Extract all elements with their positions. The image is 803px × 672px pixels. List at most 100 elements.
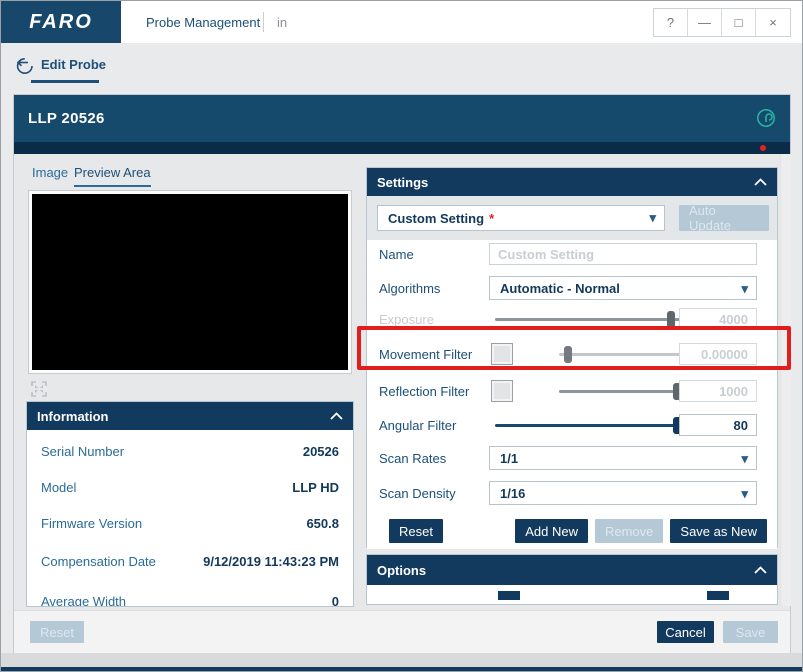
reflection-filter-slider[interactable] xyxy=(559,382,685,400)
tab-probe-management[interactable]: Probe Management xyxy=(146,1,260,43)
remove-button[interactable]: Remove xyxy=(594,519,664,543)
info-value: 9/12/2019 11:43:23 PM xyxy=(203,553,339,569)
close-button[interactable]: × xyxy=(756,9,790,36)
auto-update-button[interactable]: Auto Update xyxy=(679,203,769,233)
alert-dot-icon xyxy=(760,145,766,151)
chevron-up-icon[interactable] xyxy=(754,566,767,574)
footer-reset-button[interactable]: Reset xyxy=(30,621,84,643)
required-mark: * xyxy=(489,210,495,226)
option-toggle[interactable] xyxy=(707,591,729,600)
tab-in[interactable]: in xyxy=(277,1,287,43)
info-row-average-width: Average Width 0 xyxy=(41,590,339,607)
slider-track xyxy=(495,318,683,321)
bottom-strip xyxy=(1,653,802,667)
movement-filter-slider[interactable] xyxy=(559,345,685,363)
settings-buttons-row: Reset Add New Remove Save as New xyxy=(379,519,767,543)
slider-handle[interactable] xyxy=(667,311,676,328)
movement-filter-value: 0.00000 xyxy=(679,343,757,365)
algorithms-row: Algorithms Automatic - Normal ▾ xyxy=(379,276,767,300)
faro-logo: FARO xyxy=(1,1,121,43)
slider-track xyxy=(559,353,685,356)
movement-filter-checkbox[interactable] xyxy=(491,343,513,365)
tab-image[interactable]: Image xyxy=(32,165,68,180)
chevron-down-icon: ▾ xyxy=(649,210,656,225)
edit-probe-title[interactable]: Edit Probe xyxy=(41,57,106,72)
scan-density-value: 1/16 xyxy=(500,485,526,501)
info-value: 20526 xyxy=(302,443,339,459)
info-value: 0 xyxy=(331,593,339,607)
info-row-serial: Serial Number 20526 xyxy=(41,440,339,462)
probe-card: LLP 20526 Image Preview Area Information xyxy=(13,94,791,653)
options-header[interactable]: Options xyxy=(367,555,777,585)
movement-filter-label: Movement Filter xyxy=(379,346,473,362)
probe-header-strip xyxy=(14,142,790,154)
info-row-compensation: Compensation Date 9/12/2019 11:43:23 PM xyxy=(41,550,339,572)
exposure-slider[interactable] xyxy=(495,310,683,328)
information-panel: Information Serial Number 20526 Model LL… xyxy=(26,401,354,607)
option-toggle[interactable] xyxy=(498,591,520,600)
angular-filter-slider[interactable] xyxy=(495,416,683,434)
chevron-up-icon[interactable] xyxy=(754,178,767,186)
app-window: FARO Probe Management in ? — □ × Edit Pr… xyxy=(0,0,803,672)
preview-canvas[interactable] xyxy=(29,191,351,373)
faro-logo-text: FARO xyxy=(29,10,93,33)
reflection-filter-row: Reflection Filter 1000 xyxy=(379,379,767,403)
settings-header[interactable]: Settings xyxy=(367,168,777,196)
save-button[interactable]: Save xyxy=(723,621,778,643)
preset-value: Custom Setting xyxy=(388,210,485,226)
scan-density-dropdown[interactable]: 1/16 ▾ xyxy=(489,481,757,505)
info-label: Model xyxy=(41,479,77,495)
chevron-down-icon: ▾ xyxy=(741,451,748,466)
information-title: Information xyxy=(37,408,109,424)
save-as-new-button[interactable]: Save as New xyxy=(670,519,767,543)
exposure-label: Exposure xyxy=(379,311,434,327)
movement-filter-row: Movement Filter 0.00000 xyxy=(379,341,767,367)
slider-track xyxy=(559,390,685,393)
chevron-down-icon: ▾ xyxy=(741,486,748,501)
algorithms-label: Algorithms xyxy=(379,280,441,296)
info-value: 650.8 xyxy=(306,515,339,531)
breadcrumb: Edit Probe xyxy=(1,43,802,94)
name-input[interactable] xyxy=(489,243,757,265)
angular-filter-value: 80 xyxy=(679,414,757,436)
options-title: Options xyxy=(377,562,427,578)
exposure-value: 4000 xyxy=(679,308,757,330)
fullscreen-icon[interactable] xyxy=(30,380,48,398)
info-row-firmware: Firmware Version 650.8 xyxy=(41,512,339,534)
reflection-filter-value: 1000 xyxy=(679,380,757,402)
information-body: Serial Number 20526 Model LLP HD Firmwar… xyxy=(27,430,353,607)
settings-reset-button[interactable]: Reset xyxy=(389,519,443,543)
preset-row: Custom Setting * ▾ Auto Update xyxy=(367,196,777,240)
settings-button-group: Add New Remove Save as New xyxy=(515,519,767,543)
help-button[interactable]: ? xyxy=(654,9,688,36)
add-new-button[interactable]: Add New xyxy=(515,519,588,543)
name-label: Name xyxy=(379,246,414,262)
reflection-filter-checkbox[interactable] xyxy=(491,380,513,402)
angular-filter-row: Angular Filter 80 xyxy=(379,413,767,437)
slider-handle[interactable] xyxy=(564,346,573,363)
tab-preview-area[interactable]: Preview Area xyxy=(74,165,151,187)
scan-rates-dropdown[interactable]: 1/1 ▾ xyxy=(489,446,757,470)
scan-rates-value: 1/1 xyxy=(500,450,519,466)
minimize-button[interactable]: — xyxy=(688,9,722,36)
info-label: Average Width xyxy=(41,593,127,607)
back-arrow-icon[interactable] xyxy=(15,56,35,76)
footer-bar: Reset Cancel Save xyxy=(14,610,790,653)
options-panel: Options xyxy=(366,554,778,605)
probe-title: LLP 20526 xyxy=(28,110,105,127)
info-label: Firmware Version xyxy=(41,515,143,531)
scan-rates-label: Scan Rates xyxy=(379,450,447,466)
settings-title: Settings xyxy=(377,174,429,190)
chevron-up-icon[interactable] xyxy=(330,412,343,420)
scan-density-row: Scan Density 1/16 ▾ xyxy=(379,481,767,505)
cancel-button[interactable]: Cancel xyxy=(657,621,714,643)
info-label: Compensation Date xyxy=(41,553,156,569)
information-header[interactable]: Information xyxy=(27,402,353,430)
preset-dropdown[interactable]: Custom Setting * ▾ xyxy=(377,205,665,231)
maximize-button[interactable]: □ xyxy=(722,9,756,36)
vertical-scrollbar[interactable] xyxy=(780,154,791,606)
bottom-accent-line xyxy=(1,667,802,671)
chevron-down-icon: ▾ xyxy=(741,281,748,296)
info-row-model: Model LLP HD xyxy=(41,476,339,498)
algorithms-dropdown[interactable]: Automatic - Normal ▾ xyxy=(489,276,757,300)
